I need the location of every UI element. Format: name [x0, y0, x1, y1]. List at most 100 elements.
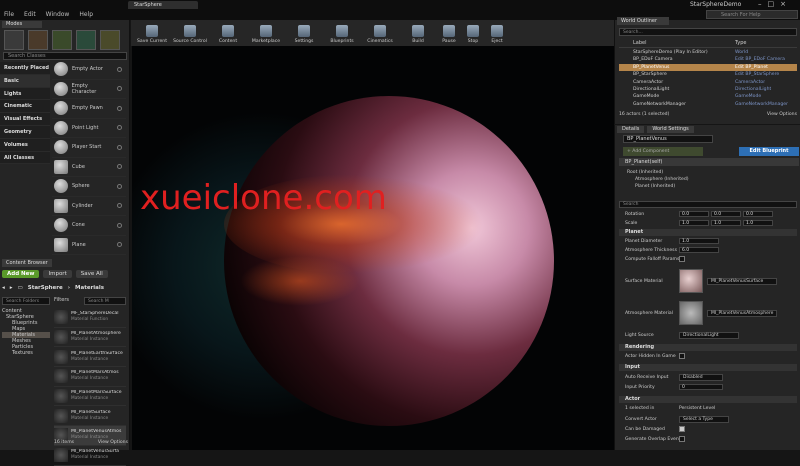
modes-tab[interactable]: Modes: [2, 21, 42, 28]
rendering-section-header[interactable]: Rendering: [619, 344, 797, 351]
scale-z-field[interactable]: 1.0: [743, 220, 773, 226]
document-tab[interactable]: StarSphere: [128, 1, 198, 9]
source-control-button[interactable]: Source Control: [171, 20, 209, 46]
paint-mode-icon[interactable]: [28, 30, 48, 50]
outliner-row[interactable]: DirectionalLight DirectionalLight: [619, 86, 797, 93]
rotation-y-field[interactable]: 0.0: [711, 211, 741, 217]
info-icon[interactable]: [117, 86, 122, 92]
close-icon[interactable]: ×: [780, 0, 792, 8]
atmosphere-material-select[interactable]: MI_PlanetVenusAtmosphere: [707, 309, 777, 317]
view-options-button[interactable]: View Options: [98, 440, 128, 445]
category-geometry[interactable]: Geometry: [0, 125, 50, 139]
place-item[interactable]: Empty Actor: [52, 60, 126, 80]
info-icon[interactable]: [117, 242, 122, 248]
menu-window[interactable]: Window: [46, 11, 70, 18]
type-column-header[interactable]: Type: [735, 40, 746, 47]
info-icon[interactable]: [117, 164, 122, 170]
asset-item[interactable]: MI_PlanetSurface Material Instance: [54, 406, 126, 427]
add-component-button[interactable]: + Add Component: [623, 147, 703, 156]
content-browser-tab[interactable]: Content Browser: [2, 259, 52, 267]
world-outliner-tab[interactable]: World Outliner: [617, 17, 669, 25]
maximize-icon[interactable]: □: [768, 0, 781, 8]
level-viewport[interactable]: [132, 46, 614, 450]
asset-item[interactable]: MI_PlanetEarthSurface Material Instance: [54, 347, 126, 368]
build-button[interactable]: Build: [399, 20, 437, 46]
menu-file[interactable]: File: [4, 11, 14, 18]
info-icon[interactable]: [117, 125, 122, 131]
view-options-button[interactable]: View Options: [767, 112, 797, 117]
place-item[interactable]: Cylinder: [52, 197, 126, 216]
atmosphere-material-thumbnail[interactable]: [679, 301, 703, 325]
filters-button[interactable]: Filters: [54, 297, 69, 303]
category-recently-placed[interactable]: Recently Placed: [0, 62, 50, 75]
outliner-row[interactable]: BP_EDoF Camera Edit BP_EDoF Camera: [619, 56, 797, 63]
search-folders-input[interactable]: Search Folders: [2, 297, 50, 305]
actor-name-field[interactable]: BP_PlanetVenus: [623, 135, 713, 143]
foliage-mode-icon[interactable]: [76, 30, 96, 50]
breadcrumb-item[interactable]: StarSphere: [28, 285, 63, 291]
place-item[interactable]: Plane: [52, 236, 126, 255]
rotation-z-field[interactable]: 0.0: [743, 211, 773, 217]
marketplace-button[interactable]: Marketplace: [247, 20, 285, 46]
import-button[interactable]: Import: [43, 270, 72, 278]
help-search-input[interactable]: Search For Help: [706, 10, 798, 19]
landscape-mode-icon[interactable]: [52, 30, 72, 50]
save-current-button[interactable]: Save Current: [133, 20, 171, 46]
planet-diameter-field[interactable]: 1.0: [679, 238, 719, 244]
asset-item[interactable]: MI_PlanetMarsSurface Material Instance: [54, 387, 126, 407]
place-item[interactable]: Cube: [52, 158, 126, 177]
outliner-row[interactable]: BP_StarSphere Edit BP_StarSphere: [619, 71, 797, 78]
category-lights[interactable]: Lights: [0, 87, 50, 101]
asset-item[interactable]: MI_PlanetMarsAtmos Material Instance: [54, 367, 126, 387]
category-all-classes[interactable]: All Classes: [0, 151, 50, 165]
place-item[interactable]: Empty Character: [52, 80, 126, 99]
label-column-header[interactable]: Label: [619, 40, 735, 47]
actor-section-header[interactable]: Actor: [619, 396, 797, 403]
blueprint-self-row[interactable]: BP_Planet(self): [619, 158, 799, 166]
component-planet[interactable]: Planet (Inherited): [619, 183, 799, 190]
scale-x-field[interactable]: 1.0: [679, 220, 709, 226]
category-basic[interactable]: Basic: [0, 74, 50, 88]
planet-section-header[interactable]: Planet: [619, 229, 797, 236]
search-assets-input[interactable]: Search M: [84, 297, 126, 305]
info-icon[interactable]: [117, 203, 122, 209]
place-item[interactable]: Cone: [52, 216, 126, 236]
tab-world-settings[interactable]: World Settings: [647, 126, 694, 133]
asset-item[interactable]: MI_PlanetAtmosphere Material Instance: [54, 328, 126, 348]
info-icon[interactable]: [117, 144, 122, 150]
outliner-row[interactable]: GameMode GameMode: [619, 93, 797, 100]
outliner-row[interactable]: GameNetworkManager GameNetworkManager: [619, 101, 797, 108]
details-search-input[interactable]: Search: [619, 201, 797, 208]
generate-overlap-checkbox[interactable]: [679, 436, 685, 442]
info-icon[interactable]: [117, 222, 122, 228]
category-visual-effects[interactable]: Visual Effects: [0, 113, 50, 126]
category-cinematic[interactable]: Cinematic: [0, 100, 50, 114]
content-button[interactable]: Content: [209, 20, 247, 46]
outliner-row[interactable]: CameraActor CameraActor: [619, 79, 797, 86]
geometry-mode-icon[interactable]: [100, 30, 120, 50]
outliner-row[interactable]: StarSphereDemo (Play In Editor) World: [619, 49, 797, 56]
place-item[interactable]: Sphere: [52, 177, 126, 197]
light-source-select[interactable]: DirectionalLight: [679, 332, 739, 339]
cinematics-button[interactable]: Cinematics: [361, 20, 399, 46]
atmosphere-thickness-field[interactable]: 6.0: [679, 247, 719, 253]
category-volumes[interactable]: Volumes: [0, 138, 50, 152]
compute-falloff-checkbox[interactable]: [679, 256, 685, 262]
convert-actor-select[interactable]: Select a Type: [679, 416, 729, 423]
forward-icon[interactable]: ▸: [10, 285, 13, 291]
auto-receive-input-select[interactable]: Disabled: [679, 374, 723, 381]
place-item[interactable]: Empty Pawn: [52, 99, 126, 119]
outliner-row-selected[interactable]: BP_PlanetVenus Edit BP_Planet: [619, 63, 797, 72]
outliner-search-input[interactable]: Search...: [619, 28, 797, 36]
rotation-x-field[interactable]: 0.0: [679, 211, 709, 217]
surface-material-thumbnail[interactable]: [679, 269, 703, 293]
place-mode-icon[interactable]: [4, 30, 24, 50]
scale-y-field[interactable]: 1.0: [711, 220, 741, 226]
add-new-button[interactable]: Add New: [2, 270, 40, 278]
search-classes-input[interactable]: Search Classes: [3, 52, 127, 60]
eject-button[interactable]: Eject: [485, 20, 509, 46]
settings-button[interactable]: Settings: [285, 20, 323, 46]
tree-item-textures[interactable]: Textures: [2, 350, 50, 356]
menu-help[interactable]: Help: [79, 11, 93, 18]
save-all-button[interactable]: Save All: [75, 270, 108, 278]
